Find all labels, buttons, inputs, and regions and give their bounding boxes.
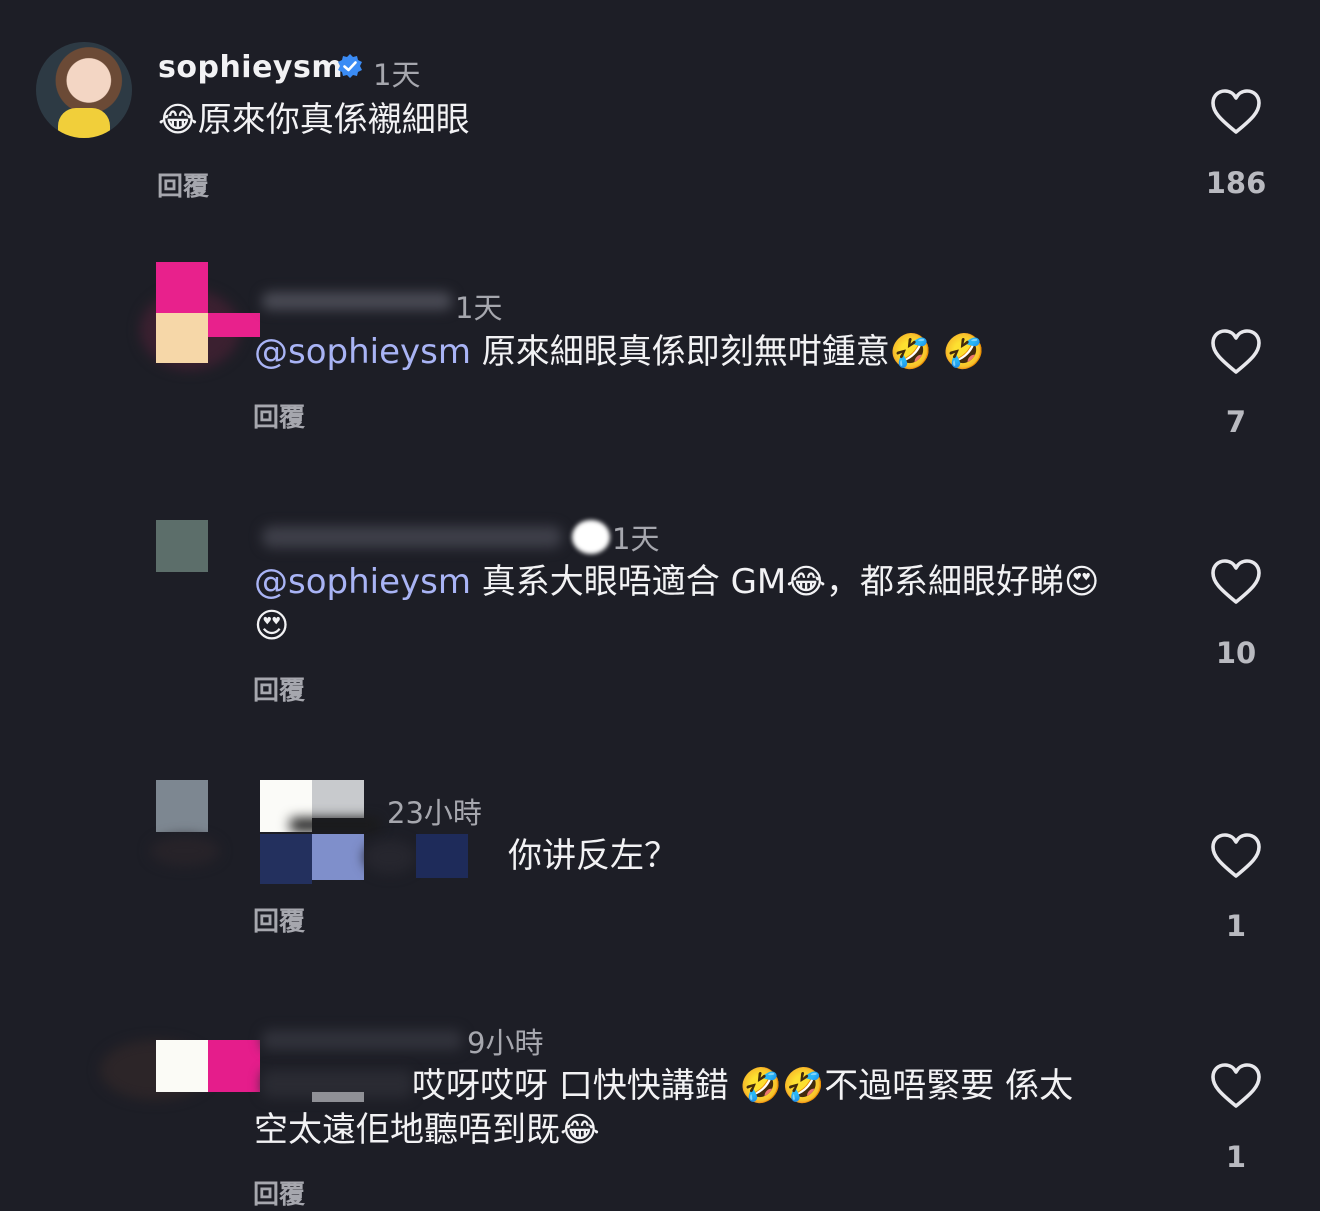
comment-body-2: 不過唔緊要 係太 xyxy=(824,1066,1074,1106)
comment-body: 哎呀哎呀 口快快講錯 xyxy=(412,1066,729,1106)
comment-5: 9小時 哎呀哎呀 口快快講錯 🤣🤣不過唔緊要 係太 空太遠佢地聽唔到既😂 回覆 … xyxy=(0,0,1320,1210)
rofl-emoji-icon: 🤣🤣 xyxy=(739,1066,825,1106)
comment-time: 9小時 xyxy=(467,1026,544,1060)
mention-redacted-gray xyxy=(312,1092,364,1102)
avatar-redacted-white xyxy=(156,1040,208,1092)
username-redacted xyxy=(262,1030,462,1050)
comment-body-3: 空太遠佢地聽唔到既 xyxy=(254,1110,560,1150)
laughing-emoji-icon: 😂 xyxy=(560,1110,600,1150)
reply-button[interactable]: 回覆 xyxy=(253,1174,305,1211)
avatar-redacted-pink xyxy=(208,1040,260,1092)
comment-text: 哎呀哎呀 口快快講錯 🤣🤣不過唔緊要 係太 xyxy=(412,1064,1073,1108)
comment-text-line2: 空太遠佢地聽唔到既😂 xyxy=(254,1108,600,1152)
heart-icon[interactable] xyxy=(1210,1062,1262,1110)
like-count: 1 xyxy=(1225,1140,1247,1174)
